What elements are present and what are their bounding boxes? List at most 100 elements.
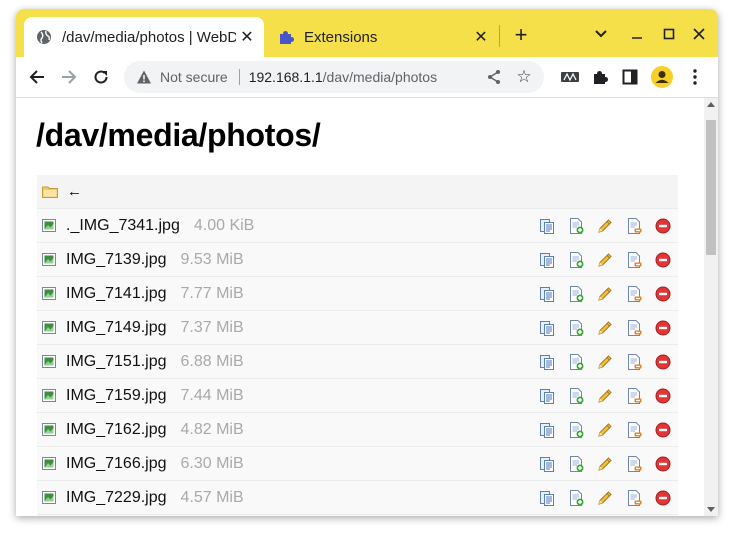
minimize-button[interactable]	[624, 21, 650, 47]
add-icon[interactable]	[568, 252, 584, 268]
file-name[interactable]: IMG_7141.jpg	[66, 285, 167, 302]
extensions-puzzle-icon[interactable]	[586, 63, 614, 91]
file-row[interactable]: IMG_7149.jpg 7.37 MiB	[37, 310, 678, 344]
add-icon[interactable]	[568, 388, 584, 404]
file-name[interactable]: IMG_7151.jpg	[66, 353, 167, 370]
parent-link[interactable]: ←	[67, 183, 82, 200]
file-row[interactable]: IMG_7162.jpg 4.82 MiB	[37, 412, 678, 446]
copy-icon[interactable]	[539, 422, 555, 438]
file-link[interactable]: IMG_7141.jpg 7.77 MiB	[66, 285, 244, 303]
file-link[interactable]: IMG_7139.jpg 9.53 MiB	[66, 251, 244, 269]
scroll-down-arrow[interactable]	[707, 507, 715, 512]
file-name[interactable]: IMG_7159.jpg	[66, 387, 167, 404]
rename-pencil-icon[interactable]	[597, 218, 613, 234]
tab-search-chevron-icon[interactable]	[588, 21, 614, 47]
move-icon[interactable]	[626, 422, 642, 438]
file-row[interactable]: IMG_7233.jpg6.45 MiB	[37, 514, 678, 516]
rename-pencil-icon[interactable]	[597, 252, 613, 268]
move-icon[interactable]	[626, 218, 642, 234]
file-row[interactable]: IMG_7159.jpg 7.44 MiB	[37, 378, 678, 412]
tab-extensions[interactable]: Extensions ✕	[266, 17, 498, 57]
rename-pencil-icon[interactable]	[597, 388, 613, 404]
scrollbar-thumb[interactable]	[706, 120, 716, 255]
warning-icon[interactable]	[136, 69, 152, 85]
delete-icon[interactable]	[655, 456, 671, 472]
file-row[interactable]: IMG_7229.jpg 4.57 MiB	[37, 480, 678, 514]
add-icon[interactable]	[568, 422, 584, 438]
new-tab-button[interactable]: +	[508, 22, 534, 48]
delete-icon[interactable]	[655, 354, 671, 370]
copy-icon[interactable]	[539, 218, 555, 234]
copy-icon[interactable]	[539, 456, 555, 472]
copy-icon[interactable]	[539, 354, 555, 370]
file-name[interactable]: IMG_7162.jpg	[66, 421, 167, 438]
rename-pencil-icon[interactable]	[597, 320, 613, 336]
rename-pencil-icon[interactable]	[597, 354, 613, 370]
forward-button[interactable]	[55, 63, 83, 91]
file-name[interactable]: IMG_7149.jpg	[66, 319, 167, 336]
rename-pencil-icon[interactable]	[597, 490, 613, 506]
tab-webdav[interactable]: /dav/media/photos | WebDAV ✕	[24, 17, 264, 57]
add-icon[interactable]	[568, 320, 584, 336]
copy-icon[interactable]	[539, 388, 555, 404]
file-name[interactable]: ._IMG_7341.jpg	[66, 217, 180, 234]
bookmark-star-icon[interactable]: ☆	[514, 67, 534, 87]
file-row[interactable]: IMG_7139.jpg 9.53 MiB	[37, 242, 678, 276]
security-status-label[interactable]: Not secure	[160, 69, 228, 85]
copy-icon[interactable]	[539, 490, 555, 506]
tab-close-icon[interactable]: ✕	[470, 26, 492, 48]
file-link[interactable]: IMG_7159.jpg 7.44 MiB	[66, 387, 244, 405]
delete-icon[interactable]	[655, 320, 671, 336]
delete-icon[interactable]	[655, 490, 671, 506]
tab-close-icon[interactable]: ✕	[236, 26, 258, 48]
move-icon[interactable]	[626, 490, 642, 506]
profile-avatar-icon[interactable]	[648, 63, 676, 91]
file-row[interactable]: IMG_7151.jpg 6.88 MiB	[37, 344, 678, 378]
address-bar[interactable]: Not secure 192.168.1.1/dav/media/photos …	[124, 61, 544, 93]
rename-pencil-icon[interactable]	[597, 422, 613, 438]
window-close-button[interactable]	[686, 21, 712, 47]
copy-icon[interactable]	[539, 252, 555, 268]
delete-icon[interactable]	[655, 252, 671, 268]
file-row[interactable]: IMG_7166.jpg 6.30 MiB	[37, 446, 678, 480]
file-link[interactable]: IMG_7149.jpg 7.37 MiB	[66, 319, 244, 337]
file-row[interactable]: IMG_7141.jpg 7.77 MiB	[37, 276, 678, 310]
move-icon[interactable]	[626, 286, 642, 302]
maximize-button[interactable]	[656, 21, 682, 47]
delete-icon[interactable]	[655, 388, 671, 404]
rename-pencil-icon[interactable]	[597, 456, 613, 472]
file-name[interactable]: IMG_7229.jpg	[66, 489, 167, 506]
delete-icon[interactable]	[655, 286, 671, 302]
move-icon[interactable]	[626, 354, 642, 370]
menu-kebab-icon[interactable]	[681, 63, 709, 91]
copy-icon[interactable]	[539, 286, 555, 302]
back-button[interactable]	[23, 63, 51, 91]
file-link[interactable]: ._IMG_7341.jpg 4.00 KiB	[66, 217, 254, 235]
scroll-up-arrow[interactable]	[707, 102, 715, 107]
file-link[interactable]: IMG_7229.jpg 4.57 MiB	[66, 489, 244, 507]
side-panel-icon[interactable]	[616, 63, 644, 91]
add-icon[interactable]	[568, 286, 584, 302]
copy-icon[interactable]	[539, 320, 555, 336]
file-link[interactable]: IMG_7151.jpg 6.88 MiB	[66, 353, 244, 371]
rename-pencil-icon[interactable]	[597, 286, 613, 302]
move-icon[interactable]	[626, 388, 642, 404]
file-row[interactable]: ._IMG_7341.jpg 4.00 KiB	[37, 208, 678, 242]
share-icon[interactable]	[484, 67, 504, 87]
parent-directory-row[interactable]: ←	[37, 175, 678, 208]
vertical-scrollbar[interactable]	[704, 98, 718, 516]
add-icon[interactable]	[568, 490, 584, 506]
reload-button[interactable]	[87, 63, 115, 91]
delete-icon[interactable]	[655, 218, 671, 234]
add-icon[interactable]	[568, 218, 584, 234]
file-name[interactable]: IMG_7139.jpg	[66, 251, 167, 268]
file-link[interactable]: IMG_7162.jpg 4.82 MiB	[66, 421, 244, 439]
extension-icon[interactable]	[556, 63, 584, 91]
delete-icon[interactable]	[655, 422, 671, 438]
move-icon[interactable]	[626, 320, 642, 336]
add-icon[interactable]	[568, 354, 584, 370]
move-icon[interactable]	[626, 456, 642, 472]
move-icon[interactable]	[626, 252, 642, 268]
file-link[interactable]: IMG_7166.jpg 6.30 MiB	[66, 455, 244, 473]
file-name[interactable]: IMG_7166.jpg	[66, 455, 167, 472]
